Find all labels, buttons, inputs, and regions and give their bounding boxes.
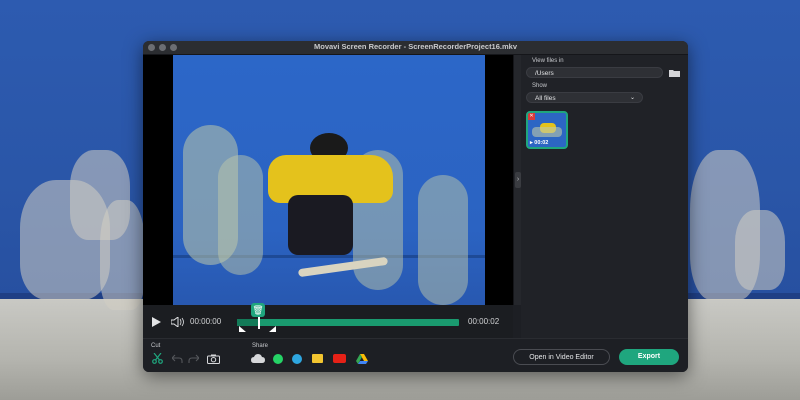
window-title: Movavi Screen Recorder - ScreenRecorderP… (313, 42, 517, 51)
total-time: 00:00:02 (468, 317, 500, 326)
show-filter-select[interactable]: All files ⌄ (526, 92, 643, 103)
whatsapp-icon[interactable] (273, 354, 283, 364)
redo-icon[interactable] (188, 354, 199, 363)
youtube-icon[interactable] (333, 354, 346, 363)
playhead[interactable]: 🗑 (251, 303, 265, 329)
delete-thumbnail-icon[interactable]: ✕ (528, 113, 535, 120)
trash-icon[interactable]: 🗑 (251, 303, 265, 317)
video-ghost-figure-2 (218, 155, 263, 275)
scissors-icon[interactable] (152, 353, 163, 364)
title-bar: Movavi Screen Recorder - ScreenRecorderP… (143, 41, 688, 55)
camera-icon[interactable] (207, 354, 220, 364)
recording-thumbnail[interactable]: ✕ ▸ 00:02 (526, 111, 568, 149)
thumbnail-duration-text: 00:02 (534, 140, 549, 146)
files-panel: View files in /Users Show All files ⌄ ✕ … (521, 55, 688, 338)
trim-start-handle[interactable] (239, 326, 246, 332)
path-field[interactable]: /Users (526, 67, 663, 78)
show-filter-value: All files (535, 95, 556, 102)
folder-share-icon[interactable] (312, 354, 323, 363)
app-window: Movavi Screen Recorder - ScreenRecorderP… (143, 41, 688, 372)
telegram-icon[interactable] (292, 354, 302, 364)
cut-label: Cut (151, 343, 161, 349)
current-time: 00:00:00 (190, 317, 222, 326)
timeline-trimmed-segment (237, 319, 259, 326)
open-in-video-editor-button[interactable]: Open in Video Editor (513, 349, 610, 365)
show-label: Show (532, 83, 548, 89)
skater-pants (288, 195, 353, 255)
export-button[interactable]: Export (619, 349, 679, 365)
player-timeline: 00:00:00 🗑 00:00:02 (143, 303, 513, 338)
trim-end-handle[interactable] (269, 326, 276, 332)
ghost-skater-right-2 (735, 210, 785, 290)
chevron-down-icon: ⌄ (629, 95, 635, 101)
bottom-toolbar: Cut Share Open in Video Editor Export (143, 338, 688, 372)
thumbnail-ghosts (532, 127, 562, 137)
play-icon[interactable] (152, 317, 161, 327)
undo-icon[interactable] (172, 354, 183, 363)
google-drive-icon[interactable] (356, 354, 368, 364)
video-frame[interactable] (173, 55, 485, 305)
view-files-label: View files in (532, 58, 564, 64)
volume-icon[interactable] (171, 317, 184, 327)
video-ghost-figure-4 (418, 175, 468, 305)
folder-icon[interactable] (669, 69, 680, 77)
share-label: Share (252, 343, 269, 349)
ghost-skater-left-3 (100, 200, 145, 310)
thumbnail-duration: ▸ 00:02 (530, 140, 548, 146)
timeline-track[interactable] (237, 319, 459, 326)
cloud-icon[interactable] (251, 354, 265, 364)
video-preview-area (143, 55, 513, 305)
